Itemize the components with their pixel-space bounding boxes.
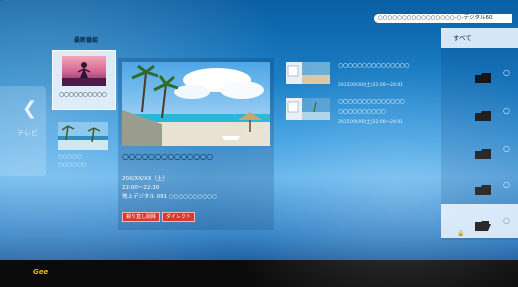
- folder-label: ○: [503, 106, 510, 115]
- filter-all[interactable]: すべて: [441, 28, 518, 48]
- program-channel: 地上デジタル 091 ○○○○○○○○○○: [122, 194, 217, 200]
- list-item[interactable]: ○○○○○○○○○○○○○○○ 2015/XX/X0(土)22:00～24:01: [284, 60, 434, 90]
- program-time: 22:00～22:30: [122, 185, 160, 191]
- recording-title: ○○○○○○○○○○: [59, 91, 107, 98]
- folder-icon: [475, 68, 491, 83]
- delete-button[interactable]: 録り直し削除: [122, 212, 161, 222]
- recording-thumbnail: [58, 122, 108, 150]
- recording-thumbnail: [62, 56, 106, 86]
- lock-icon: 🔒: [457, 230, 465, 237]
- category-title: 最新番組: [73, 37, 98, 44]
- list-item[interactable]: ○○○○○○○○○○○○○○ ○○○○○○○○○○ 2015/XX/X0(土)2…: [284, 96, 434, 126]
- recording-title-line2: ○○○○○○: [58, 162, 87, 168]
- left-nav-label: テレビ: [17, 129, 38, 137]
- program-detail-card: ○○○○○○○○○○○○○○ 20X/XX/XX（土） 22:00～22:30 …: [118, 58, 274, 230]
- chevron-left-icon: ❮: [22, 98, 38, 119]
- folder-label: ○: [503, 144, 510, 153]
- tv-recorder-screen: ○○○○○○○○○○○○○○○○-○-デジタル60 ❮ テレビ 最新番組 ○○○…: [0, 0, 518, 287]
- recording-card[interactable]: ○○○○○ ○○○○○○: [52, 118, 114, 178]
- folder-icon: [475, 180, 491, 195]
- direct-play-button[interactable]: ダイレクト: [162, 212, 196, 222]
- footer-bar: Gee: [0, 260, 518, 287]
- list-item-title: ○○○○○○○○○○○○○○○: [338, 62, 410, 69]
- folder-row-selected[interactable]: ○ 🔒: [441, 204, 518, 238]
- list-item-meta: 2015/XX/X0(土)22:00～24:01: [338, 83, 404, 88]
- brand-logo: Gee: [33, 268, 49, 276]
- list-item-title: ○○○○○○○○○○○○○○: [338, 98, 405, 105]
- list-item-title-line2: ○○○○○○○○○○: [338, 108, 386, 115]
- program-hero-image: [122, 62, 270, 146]
- folder-row[interactable]: ○: [441, 94, 518, 128]
- list-item-meta: 2015/XX/X0(土)22:00～24:01: [338, 120, 404, 125]
- list-item-thumbnail: [286, 62, 330, 84]
- folder-icon: [475, 106, 491, 121]
- folder-label: ○: [503, 68, 510, 77]
- breadcrumb: ○○○○○○○○○○○○○○○○-○-デジタル60: [374, 14, 512, 23]
- folder-label: ○: [503, 180, 510, 189]
- left-nav-tv[interactable]: ❮ テレビ: [0, 86, 46, 176]
- program-title: ○○○○○○○○○○○○○○: [122, 152, 213, 161]
- folder-icon: [475, 144, 491, 159]
- list-item-thumbnail: [286, 98, 330, 120]
- folder-row[interactable]: ○: [441, 56, 518, 90]
- folder-panel: すべて ○ ○ ○ ○ ○ 🔒: [441, 28, 518, 240]
- recording-title-line1: ○○○○○: [58, 154, 82, 160]
- recording-card-selected[interactable]: ○○○○○○○○○○: [52, 50, 116, 110]
- program-date: 20X/XX/XX（土）: [122, 176, 169, 182]
- folder-row[interactable]: ○: [441, 132, 518, 166]
- folder-open-icon: [475, 216, 491, 231]
- folder-row[interactable]: ○: [441, 168, 518, 202]
- folder-label: ○: [503, 216, 510, 225]
